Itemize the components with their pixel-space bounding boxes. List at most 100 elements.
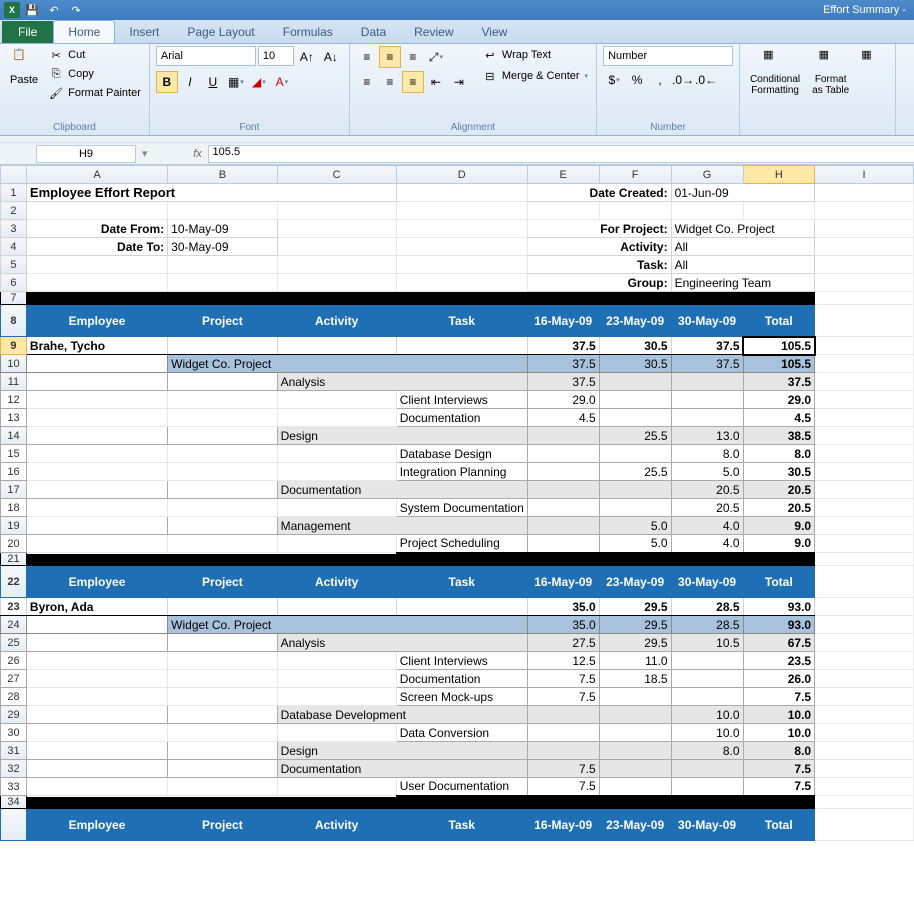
emp1-d3[interactable]: 37.5 xyxy=(671,337,743,355)
hdr-employee[interactable]: Employee xyxy=(26,305,167,337)
date-to-label[interactable]: Date To: xyxy=(26,238,167,256)
row-29[interactable]: 29 xyxy=(1,706,27,724)
file-tab[interactable]: File xyxy=(2,21,53,43)
underline-button[interactable]: U xyxy=(202,71,224,93)
col-A[interactable]: A xyxy=(26,166,167,184)
hdr-d2[interactable]: 23-May-09 xyxy=(599,305,671,337)
increase-indent-button[interactable]: ⇥ xyxy=(448,71,470,93)
format-as-table-button[interactable]: ▦ Formatas Table xyxy=(808,46,853,98)
col-C[interactable]: C xyxy=(277,166,396,184)
for-project-label[interactable]: For Project: xyxy=(527,220,671,238)
percent-button[interactable]: % xyxy=(626,69,648,91)
row-26[interactable]: 26 xyxy=(1,652,27,670)
align-left-button[interactable]: ≡ xyxy=(356,71,378,93)
fill-color-button[interactable]: ◢ xyxy=(248,71,270,93)
row-31[interactable]: 31 xyxy=(1,742,27,760)
row-2[interactable]: 2 xyxy=(1,202,27,220)
row-33[interactable]: 33 xyxy=(1,778,27,796)
italic-button[interactable]: I xyxy=(179,71,201,93)
row-17[interactable]: 17 xyxy=(1,481,27,499)
col-F[interactable]: F xyxy=(599,166,671,184)
hdr-activity[interactable]: Activity xyxy=(277,305,396,337)
tab-home[interactable]: Home xyxy=(53,20,115,43)
cell-styles-button[interactable]: ▦ xyxy=(857,46,889,74)
increase-decimal-button[interactable]: .0→ xyxy=(672,69,694,91)
col-B[interactable]: B xyxy=(168,166,277,184)
col-G[interactable]: G xyxy=(671,166,743,184)
row-22[interactable]: 22 xyxy=(1,566,27,598)
row-3[interactable]: 3 xyxy=(1,220,27,238)
row-24[interactable]: 24 xyxy=(1,616,27,634)
font-color-button[interactable]: A xyxy=(271,71,293,93)
task-label[interactable]: Task: xyxy=(527,256,671,274)
format-painter-button[interactable]: 🖌Format Painter xyxy=(46,84,143,102)
row-15[interactable]: 15 xyxy=(1,445,27,463)
row-9[interactable]: 9 xyxy=(1,337,27,355)
date-created-value[interactable]: 01-Jun-09 xyxy=(671,184,815,202)
row-1[interactable]: 1 xyxy=(1,184,27,202)
fx-icon[interactable]: fx xyxy=(188,148,208,160)
col-D[interactable]: D xyxy=(396,166,527,184)
align-bottom-button[interactable]: ≡ xyxy=(402,46,424,68)
row-21[interactable]: 21 xyxy=(1,553,27,566)
row-16[interactable]: 16 xyxy=(1,463,27,481)
name-box[interactable]: H9 xyxy=(36,145,136,163)
decrease-indent-button[interactable]: ⇤ xyxy=(425,71,447,93)
emp1-d1[interactable]: 37.5 xyxy=(527,337,599,355)
orientation-button[interactable]: ⤢ xyxy=(425,46,447,68)
align-middle-button[interactable]: ≡ xyxy=(379,46,401,68)
row-14[interactable]: 14 xyxy=(1,427,27,445)
namebox-dropdown[interactable]: ▾ xyxy=(142,147,148,160)
wrap-text-button[interactable]: ↩Wrap Text xyxy=(480,46,590,64)
redo-button[interactable]: ↷ xyxy=(66,1,86,19)
decrease-decimal-button[interactable]: .0← xyxy=(695,69,717,91)
date-to-value[interactable]: 30-May-09 xyxy=(168,238,277,256)
paste-button[interactable]: 📋 Paste xyxy=(6,46,42,88)
row-5[interactable]: 5 xyxy=(1,256,27,274)
align-center-button[interactable]: ≡ xyxy=(379,71,401,93)
hdr-task[interactable]: Task xyxy=(396,305,527,337)
comma-button[interactable]: , xyxy=(649,69,671,91)
column-headers[interactable]: A B C D E F G H I xyxy=(1,166,914,184)
bold-button[interactable]: B xyxy=(156,71,178,93)
font-name-combo[interactable]: Arial xyxy=(156,46,256,66)
row-34[interactable]: 34 xyxy=(1,796,27,809)
row-13[interactable]: 13 xyxy=(1,409,27,427)
row-23[interactable]: 23 xyxy=(1,598,27,616)
task-value[interactable]: All xyxy=(671,256,815,274)
col-I[interactable]: I xyxy=(815,166,914,184)
tab-data[interactable]: Data xyxy=(347,21,400,43)
row-27[interactable]: 27 xyxy=(1,670,27,688)
report-title[interactable]: Employee Effort Report xyxy=(26,184,396,202)
copy-button[interactable]: ⎘Copy xyxy=(46,65,143,83)
merge-center-button[interactable]: ⊟Merge & Center xyxy=(480,67,590,85)
conditional-formatting-button[interactable]: ▦ ConditionalFormatting xyxy=(746,46,804,98)
emp1-proj[interactable]: Widget Co. Project xyxy=(168,355,528,373)
row-12[interactable]: 12 xyxy=(1,391,27,409)
activity-value[interactable]: All xyxy=(671,238,815,256)
emp2-name[interactable]: Byron, Ada xyxy=(26,598,167,616)
row-4[interactable]: 4 xyxy=(1,238,27,256)
tab-review[interactable]: Review xyxy=(400,21,467,43)
hdr-d1[interactable]: 16-May-09 xyxy=(527,305,599,337)
tab-page-layout[interactable]: Page Layout xyxy=(173,21,268,43)
date-created-label[interactable]: Date Created: xyxy=(527,184,671,202)
row-19[interactable]: 19 xyxy=(1,517,27,535)
decrease-font-button[interactable]: A↓ xyxy=(320,46,342,68)
accounting-button[interactable]: $ xyxy=(603,69,625,91)
align-right-button[interactable]: ≡ xyxy=(402,71,424,93)
emp1-d2[interactable]: 30.5 xyxy=(599,337,671,355)
row-30[interactable]: 30 xyxy=(1,724,27,742)
row-25[interactable]: 25 xyxy=(1,634,27,652)
row-8[interactable]: 8 xyxy=(1,305,27,337)
date-from-label[interactable]: Date From: xyxy=(26,220,167,238)
group-value[interactable]: Engineering Team xyxy=(671,274,815,292)
row-28[interactable]: 28 xyxy=(1,688,27,706)
formula-input[interactable]: 105.5 xyxy=(208,145,914,163)
date-from-value[interactable]: 10-May-09 xyxy=(168,220,277,238)
col-E[interactable]: E xyxy=(527,166,599,184)
group-label[interactable]: Group: xyxy=(527,274,671,292)
hdr-d3[interactable]: 30-May-09 xyxy=(671,305,743,337)
cut-button[interactable]: ✂Cut xyxy=(46,46,143,64)
emp1-name[interactable]: Brahe, Tycho xyxy=(26,337,167,355)
